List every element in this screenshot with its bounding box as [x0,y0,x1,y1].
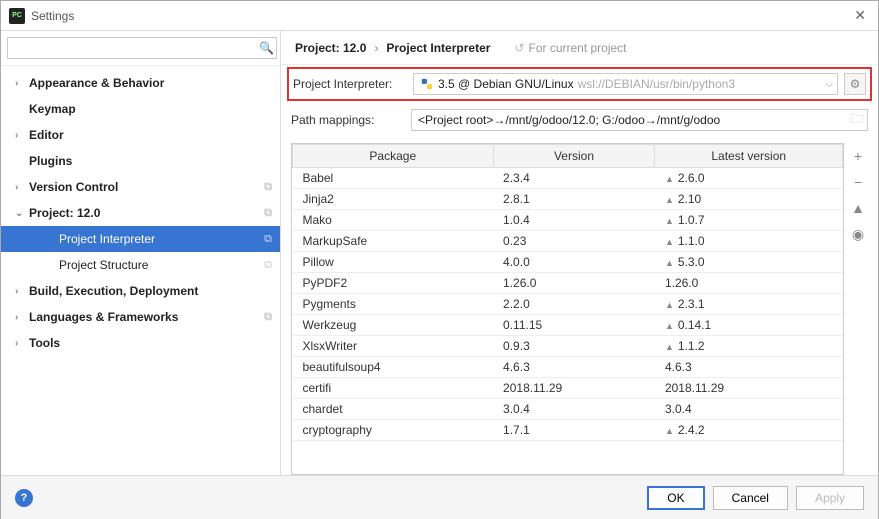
table-row[interactable]: cryptography1.7.1▲2.4.2 [293,420,843,441]
interpreter-dropdown[interactable]: 3.5 @ Debian GNU/Linux wsl://DEBIAN/usr/… [413,73,838,95]
sidebar-item-label: Project Structure [59,258,148,272]
interpreter-settings-button[interactable]: ⚙ [844,73,866,95]
chevron-down-icon: ⌵ [825,79,833,90]
folder-icon[interactable]: 🗀 [851,110,863,131]
sidebar-item-appearance-behavior[interactable]: ›Appearance & Behavior [1,70,280,96]
settings-tree: ›Appearance & Behavior·Keymap›Editor·Plu… [1,66,280,475]
sidebar-item-build-execution-deployment[interactable]: ›Build, Execution, Deployment [1,278,280,304]
title-bar: PC Settings ✕ [1,1,878,31]
upgrade-available-icon: ▲ [665,174,674,184]
table-row[interactable]: MarkupSafe0.23▲1.1.0 [293,231,843,252]
upgrade-available-icon: ▲ [665,195,674,205]
table-row[interactable]: Mako1.0.4▲1.0.7 [293,210,843,231]
apply-button[interactable]: Apply [796,486,864,510]
sidebar-item-plugins[interactable]: ·Plugins [1,148,280,174]
upgrade-available-icon: ▲ [665,342,674,352]
window-title: Settings [31,9,74,23]
sidebar-item-label: Version Control [29,180,118,194]
sidebar-item-languages-frameworks[interactable]: ›Languages & Frameworks ⧉ [1,304,280,330]
table-row[interactable]: XlsxWriter0.9.3▲1.1.2 [293,336,843,357]
project-scope-icon: ⧉ [264,207,272,220]
sidebar-item-tools[interactable]: ›Tools [1,330,280,356]
table-row[interactable]: Pygments2.2.0▲2.3.1 [293,294,843,315]
main-panel: Project: 12.0 › Project Interpreter ↺For… [281,31,878,475]
upgrade-available-icon: ▲ [665,321,674,331]
package-toolbar: + − ▲ ◉ [844,143,872,475]
breadcrumb-project[interactable]: Project: 12.0 [295,41,366,55]
col-package[interactable]: Package [293,145,494,168]
chevron-right-icon: › [15,182,29,193]
table-row[interactable]: chardet3.0.43.0.4 [293,399,843,420]
table-row[interactable]: beautifulsoup44.6.34.6.3 [293,357,843,378]
show-early-button[interactable]: ◉ [847,223,869,245]
table-row[interactable]: Babel2.3.4▲2.6.0 [293,168,843,189]
project-scope-icon: ⧉ [264,311,272,324]
cancel-button[interactable]: Cancel [713,486,788,510]
table-row[interactable]: PyPDF21.26.01.26.0 [293,273,843,294]
upgrade-available-icon: ▲ [665,258,674,268]
project-scope-icon: ⧉ [264,233,272,246]
search-input[interactable] [7,37,277,59]
sidebar-item-label: Languages & Frameworks [29,310,178,324]
upgrade-available-icon: ▲ [665,426,674,436]
chevron-right-icon: › [15,312,29,323]
sidebar-item-project-12-0[interactable]: ⌄Project: 12.0 ⧉ [1,200,280,226]
sidebar-item-project-interpreter[interactable]: ·Project Interpreter⧉ [1,226,280,252]
breadcrumb: Project: 12.0 › Project Interpreter ↺For… [281,31,878,65]
python-icon [420,77,434,91]
sidebar-item-label: Appearance & Behavior [29,76,164,90]
col-version[interactable]: Version [493,145,655,168]
chevron-right-icon: › [15,286,29,297]
sidebar-item-label: Plugins [29,154,72,168]
reset-icon: ↺ [514,41,524,55]
table-row[interactable]: Jinja22.8.1▲2.10 [293,189,843,210]
col-latest[interactable]: Latest version [655,145,843,168]
sidebar-item-label: Tools [29,336,60,350]
search-icon: 🔍 [259,41,274,55]
project-scope-icon: ⧉ [264,181,272,194]
settings-sidebar: 🔍 ›Appearance & Behavior·Keymap›Editor·P… [1,31,281,475]
sidebar-item-label: Project: 12.0 [29,206,100,220]
table-row[interactable]: Pillow4.0.0▲5.3.0 [293,252,843,273]
sidebar-item-keymap[interactable]: ·Keymap [1,96,280,122]
help-icon[interactable]: ? [15,489,33,507]
upgrade-available-icon: ▲ [665,237,674,247]
breadcrumb-page: Project Interpreter [386,41,490,55]
sidebar-item-version-control[interactable]: ›Version Control ⧉ [1,174,280,200]
upgrade-package-button[interactable]: ▲ [847,197,869,219]
packages-table: Package Version Latest version Babel2.3.… [291,143,844,475]
path-mappings-label: Path mappings: [291,113,411,127]
sidebar-item-editor[interactable]: ›Editor [1,122,280,148]
upgrade-available-icon: ▲ [665,216,674,226]
sidebar-item-label: Build, Execution, Deployment [29,284,198,298]
remove-package-button[interactable]: − [847,171,869,193]
ok-button[interactable]: OK [647,486,704,510]
sidebar-item-label: Editor [29,128,64,142]
path-mappings-row: Path mappings: <Project root>→/mnt/g/odo… [281,103,878,137]
chevron-right-icon: › [374,41,378,55]
chevron-right-icon: › [15,130,29,141]
close-icon[interactable]: ✕ [854,7,866,24]
table-row[interactable]: Werkzeug0.11.15▲0.14.1 [293,315,843,336]
table-row[interactable]: certifi2018.11.292018.11.29 [293,378,843,399]
sidebar-item-project-structure[interactable]: ·Project Structure⧉ [1,252,280,278]
interpreter-label: Project Interpreter: [293,77,413,91]
project-scope-icon: ⧉ [264,259,272,272]
chevron-right-icon: › [15,338,29,349]
gear-icon: ⚙ [850,77,861,91]
upgrade-available-icon: ▲ [665,300,674,310]
chevron-right-icon: › [15,78,29,89]
add-package-button[interactable]: + [847,145,869,167]
chevron-down-icon: ⌄ [15,208,29,219]
scope-hint: ↺For current project [514,41,626,55]
app-icon: PC [9,8,25,24]
interpreter-row: Project Interpreter: 3.5 @ Debian GNU/Li… [287,67,872,101]
sidebar-item-label: Keymap [29,102,76,116]
sidebar-item-label: Project Interpreter [59,232,155,246]
path-mappings-input[interactable]: <Project root>→/mnt/g/odoo/12.0; G:/odoo… [411,109,868,131]
dialog-footer: ? OK Cancel Apply [1,475,878,519]
